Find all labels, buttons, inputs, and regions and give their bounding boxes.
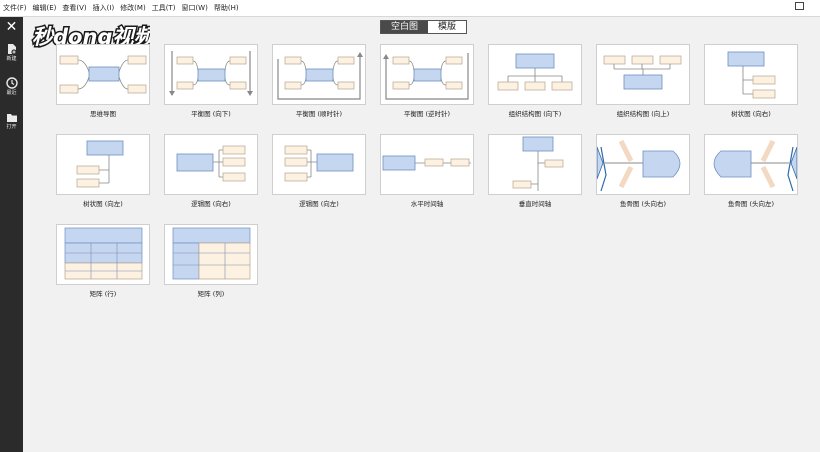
template-card-fishbone-right[interactable]: 鱼骨图 (头向右) xyxy=(596,134,690,208)
template-label: 树状图 (向右) xyxy=(731,110,771,118)
toggle-blank[interactable]: 空白图 xyxy=(381,21,429,33)
menu-view[interactable]: 查看(V) xyxy=(59,0,89,17)
template-card-tree-left[interactable]: 树状图 (向左) xyxy=(56,134,150,208)
sidebar: ✕ 新建 最近 打开 xyxy=(0,17,23,452)
template-card-org-up[interactable]: 组织结构图 (向上) xyxy=(596,44,690,118)
template-label: 水平时间轴 xyxy=(410,200,444,208)
template-card-balance-down[interactable]: 平衡图 (向下) xyxy=(164,44,258,118)
template-thumbnail xyxy=(704,134,798,195)
template-card-tree-right[interactable]: 树状图 (向右) xyxy=(704,44,798,118)
sidebar-item-label: 新建 xyxy=(6,56,17,62)
menu-edit[interactable]: 编辑(E) xyxy=(30,0,60,17)
template-label: 平衡图 (顺时针) xyxy=(295,110,343,118)
maximize-icon[interactable] xyxy=(795,2,804,10)
folder-icon xyxy=(6,114,17,122)
template-label: 逻辑图 (向左) xyxy=(299,200,339,208)
template-thumbnail xyxy=(164,134,258,195)
template-label: 鱼骨图 (头向左) xyxy=(727,200,775,208)
template-thumbnail xyxy=(380,44,474,105)
template-thumbnail xyxy=(596,134,690,195)
new-file-icon xyxy=(7,44,17,55)
template-card-timeline-vertical[interactable]: 垂直时间轴 xyxy=(488,134,582,208)
sidebar-item-label: 最近 xyxy=(6,90,17,96)
template-thumbnail xyxy=(56,224,150,285)
template-thumbnail xyxy=(380,134,474,195)
template-label: 垂直时间轴 xyxy=(518,200,552,208)
template-label: 组织结构图 (向上) xyxy=(616,110,670,118)
template-thumbnail xyxy=(272,44,366,105)
clock-icon xyxy=(5,77,18,89)
template-card-balance-ccw[interactable]: 平衡图 (逆时针) xyxy=(380,44,474,118)
menu-tools[interactable]: 工具(T) xyxy=(149,0,179,17)
template-thumbnail xyxy=(488,44,582,105)
template-card-balance-cw[interactable]: 平衡图 (顺时针) xyxy=(272,44,366,118)
sidebar-item-open[interactable]: 打开 xyxy=(0,112,23,130)
template-thumbnail xyxy=(56,134,150,195)
template-card-org-down[interactable]: 组织结构图 (向下) xyxy=(488,44,582,118)
menu-bar: 文件(F) 编辑(E) 查看(V) 插入(I) 修改(M) 工具(T) 窗口(W… xyxy=(0,0,820,17)
view-toggle: 空白图 模版 xyxy=(380,20,468,34)
template-label: 思维导图 xyxy=(90,110,116,118)
toggle-template[interactable]: 模版 xyxy=(428,21,467,33)
template-label: 组织结构图 (向下) xyxy=(508,110,562,118)
template-label: 平衡图 (逆时针) xyxy=(403,110,451,118)
template-label: 矩阵 (行) xyxy=(89,290,117,298)
template-thumbnail xyxy=(56,44,150,105)
template-label: 鱼骨图 (头向右) xyxy=(619,200,667,208)
template-card-timeline-horizontal[interactable]: 水平时间轴 xyxy=(380,134,474,208)
menu-insert[interactable]: 插入(I) xyxy=(90,0,118,17)
template-label: 逻辑图 (向右) xyxy=(191,200,231,208)
menu-file[interactable]: 文件(F) xyxy=(0,0,30,17)
template-label: 平衡图 (向下) xyxy=(191,110,231,118)
template-card-matrix-row[interactable]: 矩阵 (行) xyxy=(56,224,150,298)
template-card-fishbone-left[interactable]: 鱼骨图 (头向左) xyxy=(704,134,798,208)
template-card-logic-right[interactable]: 逻辑图 (向右) xyxy=(164,134,258,208)
sidebar-item-new[interactable]: 新建 xyxy=(0,43,23,62)
template-card-logic-left[interactable]: 逻辑图 (向左) xyxy=(272,134,366,208)
template-thumbnail xyxy=(488,134,582,195)
template-thumbnail xyxy=(272,134,366,195)
template-card-matrix-column[interactable]: 矩阵 (列) xyxy=(164,224,258,298)
menu-help[interactable]: 帮助(H) xyxy=(211,0,242,17)
template-thumbnail xyxy=(164,224,258,285)
menu-modify[interactable]: 修改(M) xyxy=(117,0,149,17)
template-label: 矩阵 (列) xyxy=(197,290,225,298)
template-label: 树状图 (向左) xyxy=(83,200,123,208)
close-icon[interactable]: ✕ xyxy=(0,19,23,35)
template-thumbnail xyxy=(164,44,258,105)
menu-window[interactable]: 窗口(W) xyxy=(178,0,210,17)
template-card-mindmap[interactable]: 思维导图 xyxy=(56,44,150,118)
sidebar-item-recent[interactable]: 最近 xyxy=(0,77,23,96)
template-thumbnail xyxy=(596,44,690,105)
sidebar-item-label: 打开 xyxy=(6,124,17,130)
template-thumbnail xyxy=(704,44,798,105)
